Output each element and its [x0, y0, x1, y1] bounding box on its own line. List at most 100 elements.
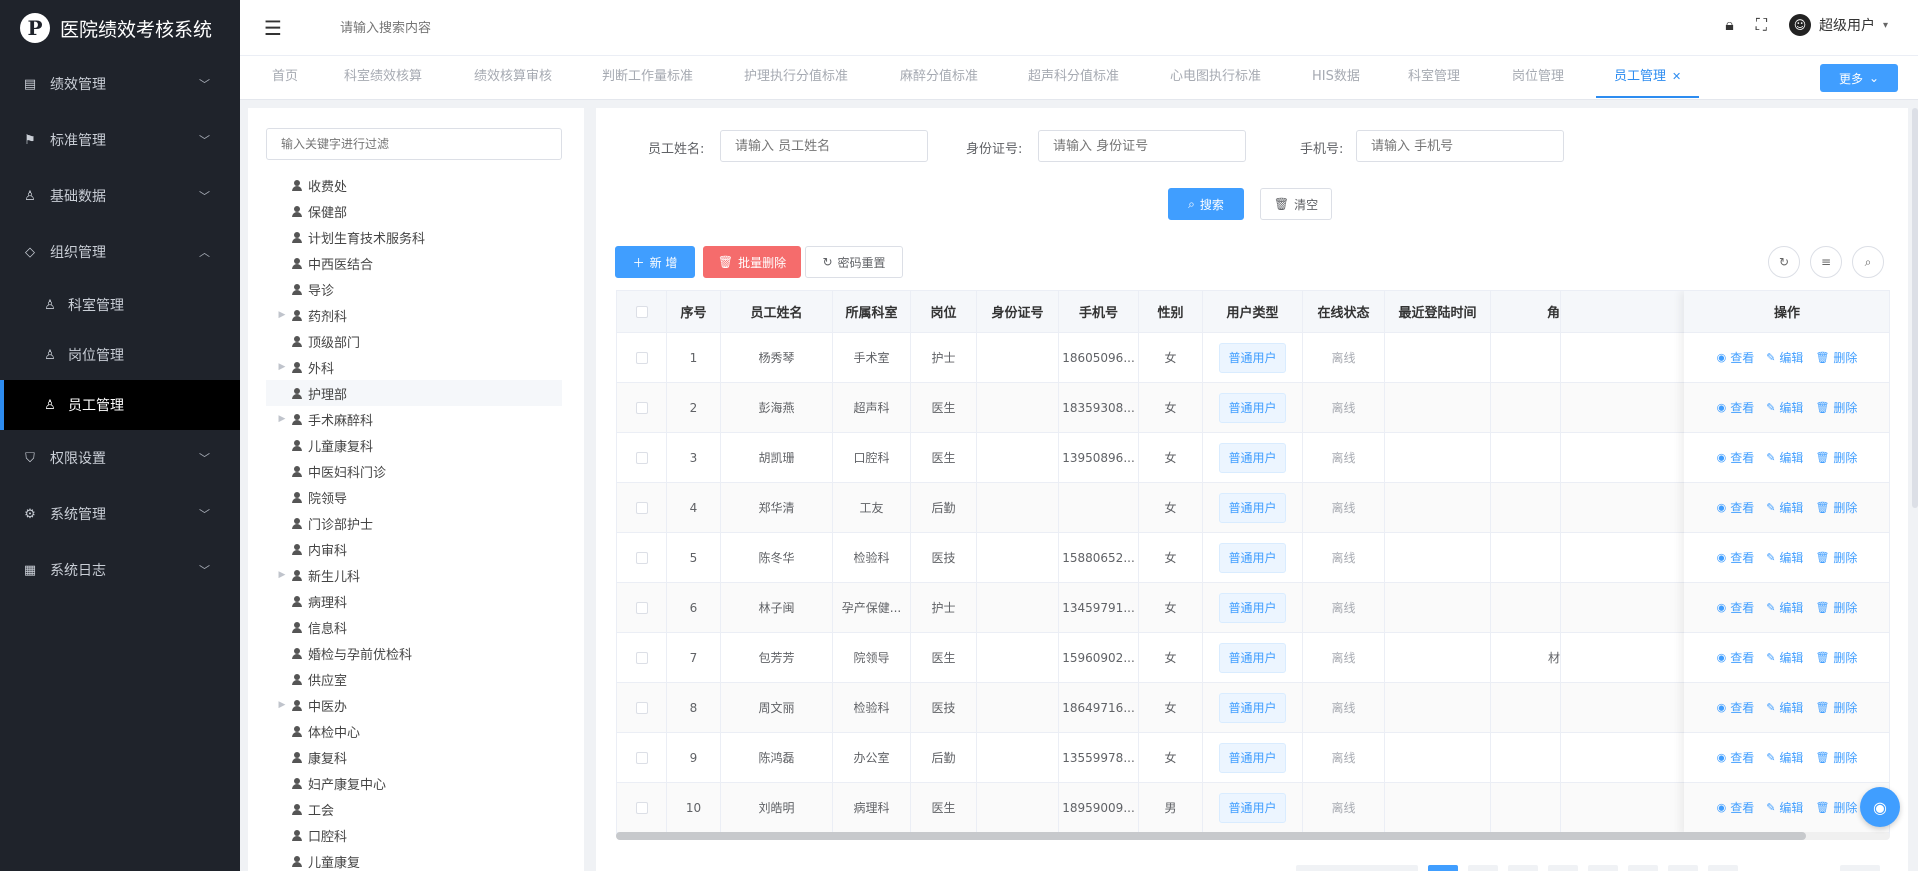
tree-node[interactable]: 收费处: [266, 172, 562, 198]
row-checkbox[interactable]: [635, 751, 648, 764]
pager-page[interactable]: [1588, 865, 1618, 871]
pager-next-button[interactable]: [1708, 865, 1738, 871]
menu-toggle-icon[interactable]: ☰: [264, 16, 282, 40]
tree-node[interactable]: 儿童康复科: [266, 432, 562, 458]
screenshot-float-button[interactable]: ◉: [1860, 787, 1900, 827]
delete-link[interactable]: 🗑︎ 删除: [1815, 749, 1857, 766]
row-checkbox[interactable]: [635, 401, 648, 414]
delete-link[interactable]: 🗑︎ 删除: [1815, 449, 1857, 466]
tree-node[interactable]: 口腔科: [266, 822, 562, 848]
sidebar-item-logs[interactable]: ▦ 系统日志 ﹀: [0, 542, 240, 598]
row-checkbox[interactable]: [635, 601, 648, 614]
tab-performance-audit[interactable]: 绩效核算审核: [474, 56, 552, 98]
tree-node[interactable]: ▶ 新生儿科: [266, 562, 562, 588]
row-checkbox[interactable]: [635, 651, 648, 664]
sidebar-subitem-post[interactable]: ♙ 岗位管理: [0, 330, 240, 380]
vertical-scrollbar[interactable]: [1912, 108, 1918, 508]
sidebar-item-performance[interactable]: ▤ 绩效管理 ﹀: [0, 56, 240, 112]
tree-node[interactable]: 院领导: [266, 484, 562, 510]
sidebar-item-permissions[interactable]: ⛉ 权限设置 ﹀: [0, 430, 240, 486]
lock-icon[interactable]: 🔒︎: [1725, 15, 1734, 35]
select-all-checkbox[interactable]: [635, 305, 648, 318]
id-number-input[interactable]: [1038, 130, 1246, 162]
sidebar-item-standards[interactable]: ⚑ 标准管理 ﹀: [0, 112, 240, 168]
edit-link[interactable]: ✎ 编辑: [1766, 699, 1803, 716]
delete-link[interactable]: 🗑︎ 删除: [1815, 549, 1857, 566]
edit-link[interactable]: ✎ 编辑: [1766, 649, 1803, 666]
tree-node[interactable]: ▶ 外科: [266, 354, 562, 380]
pager-page-active[interactable]: [1428, 865, 1458, 871]
tree-node[interactable]: 儿童康复: [266, 848, 562, 871]
pager-page[interactable]: [1548, 865, 1578, 871]
column-settings-button[interactable]: ≡: [1810, 246, 1842, 278]
row-checkbox[interactable]: [635, 351, 648, 364]
pager-page[interactable]: [1468, 865, 1498, 871]
tab-anesthesia-standard[interactable]: 麻醉分值标准: [900, 56, 978, 98]
pager-page[interactable]: [1508, 865, 1538, 871]
sidebar-item-organization[interactable]: ◇ 组织管理 ︿: [0, 224, 240, 280]
horizontal-scrollbar[interactable]: [616, 832, 1890, 840]
view-link[interactable]: ◉ 查看: [1717, 549, 1755, 566]
batch-delete-button[interactable]: 🗑︎ 批量删除: [703, 246, 801, 278]
view-link[interactable]: ◉ 查看: [1717, 799, 1755, 816]
tree-node[interactable]: 妇产康复中心: [266, 770, 562, 796]
view-link[interactable]: ◉ 查看: [1717, 649, 1755, 666]
tree-node[interactable]: ▶ 手术麻醉科: [266, 406, 562, 432]
tab-workload-standard[interactable]: 判断工作量标准: [602, 56, 693, 98]
tree-node[interactable]: 中西医结合: [266, 250, 562, 276]
tab-his-data[interactable]: HIS数据: [1312, 56, 1360, 98]
employee-name-input[interactable]: [720, 130, 928, 162]
tree-node[interactable]: 供应室: [266, 666, 562, 692]
tree-node[interactable]: 工会: [266, 796, 562, 822]
delete-link[interactable]: 🗑︎ 删除: [1815, 599, 1857, 616]
row-checkbox[interactable]: [635, 501, 648, 514]
tab-ecg-standard[interactable]: 心电图执行标准: [1170, 56, 1261, 98]
edit-link[interactable]: ✎ 编辑: [1766, 449, 1803, 466]
delete-link[interactable]: 🗑︎ 删除: [1815, 649, 1857, 666]
more-tabs-button[interactable]: 更多 ⌄: [1820, 64, 1898, 92]
tab-post-management[interactable]: 岗位管理: [1512, 56, 1564, 98]
tab-dept-management[interactable]: 科室管理: [1408, 56, 1460, 98]
tree-node[interactable]: 计划生育技术服务科: [266, 224, 562, 250]
view-link[interactable]: ◉ 查看: [1717, 499, 1755, 516]
page-size-select[interactable]: [1296, 865, 1392, 871]
fullscreen-icon[interactable]: ⛶: [1756, 15, 1767, 35]
search-button[interactable]: ⌕ 搜索: [1168, 188, 1244, 220]
caret-right-icon[interactable]: ▶: [272, 414, 292, 424]
tree-node[interactable]: 内审科: [266, 536, 562, 562]
view-link[interactable]: ◉ 查看: [1717, 449, 1755, 466]
view-link[interactable]: ◉ 查看: [1717, 399, 1755, 416]
clear-button[interactable]: 🗑︎ 清空: [1260, 188, 1332, 220]
row-checkbox[interactable]: [635, 451, 648, 464]
tree-node[interactable]: 保健部: [266, 198, 562, 224]
tree-node[interactable]: 顶级部门: [266, 328, 562, 354]
tree-node[interactable]: 导诊: [266, 276, 562, 302]
tab-ultrasound-standard[interactable]: 超声科分值标准: [1028, 56, 1119, 98]
edit-link[interactable]: ✎ 编辑: [1766, 349, 1803, 366]
tree-node[interactable]: 康复科: [266, 744, 562, 770]
sidebar-item-basic-data[interactable]: ♙ 基础数据 ﹀: [0, 168, 240, 224]
sidebar-subitem-employee[interactable]: ♙ 员工管理: [0, 380, 240, 430]
sidebar-subitem-department[interactable]: ♙ 科室管理: [0, 280, 240, 330]
pager-page[interactable]: [1668, 865, 1698, 871]
edit-link[interactable]: ✎ 编辑: [1766, 499, 1803, 516]
view-link[interactable]: ◉ 查看: [1717, 599, 1755, 616]
delete-link[interactable]: 🗑︎ 删除: [1815, 699, 1857, 716]
pager-prev-button[interactable]: [1388, 865, 1418, 871]
delete-link[interactable]: 🗑︎ 删除: [1815, 349, 1857, 366]
tree-node[interactable]: ▶ 中医办: [266, 692, 562, 718]
pager-page[interactable]: [1628, 865, 1658, 871]
tree-node[interactable]: 体检中心: [266, 718, 562, 744]
caret-right-icon[interactable]: ▶: [272, 700, 292, 710]
view-link[interactable]: ◉ 查看: [1717, 749, 1755, 766]
pager-jump-input[interactable]: [1840, 865, 1880, 871]
user-menu[interactable]: ☺ 超级用户 ▾: [1788, 14, 1888, 36]
tree-node[interactable]: 婚检与孕前优检科: [266, 640, 562, 666]
tree-filter-input[interactable]: [266, 128, 562, 160]
row-checkbox[interactable]: [635, 551, 648, 564]
tree-node[interactable]: ▶ 药剂科: [266, 302, 562, 328]
edit-link[interactable]: ✎ 编辑: [1766, 749, 1803, 766]
tab-home[interactable]: 首页: [272, 56, 298, 98]
tab-employee-management[interactable]: 员工管理 ✕: [1596, 56, 1700, 98]
caret-right-icon[interactable]: ▶: [272, 362, 292, 372]
